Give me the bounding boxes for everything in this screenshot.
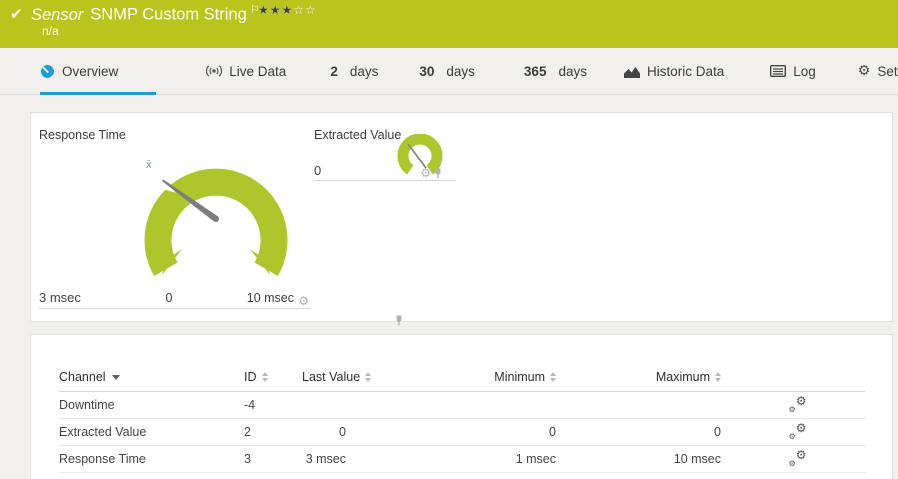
broadcast-icon	[206, 65, 223, 77]
tab-live-data[interactable]: Live Data	[206, 48, 286, 94]
channel-id: -4	[244, 391, 302, 419]
channel-minimum: 0	[374, 418, 564, 446]
channel-last-value	[302, 391, 374, 419]
sensor-header: ✔ Sensor SNMP Custom String ⚐ ★★★☆☆ n/a	[0, 0, 898, 48]
gauge-settings-gear-icon[interactable]: ⚙	[298, 295, 309, 307]
column-header-channel[interactable]: Channel	[59, 363, 244, 392]
tab-label: days	[558, 63, 587, 79]
sort-icon	[261, 372, 268, 383]
column-header-id[interactable]: ID	[244, 363, 302, 392]
tab-label: days	[446, 63, 475, 79]
tab-label: Settings	[877, 63, 898, 79]
tab-bar: Overview Live Data 2 days 30 days 365 da…	[0, 48, 898, 95]
gauge-title: Response Time	[39, 128, 126, 142]
tab-label: Live Data	[229, 63, 287, 79]
sensor-status: n/a	[42, 24, 59, 38]
column-header-maximum[interactable]: Maximum	[564, 363, 729, 392]
channel-minimum: 1 msec	[374, 445, 564, 473]
gauge-scale-max: 10 msec	[246, 291, 294, 305]
extracted-value-gauge-block: Extracted Value 0 ⚙	[314, 123, 456, 181]
column-label: Maximum	[655, 369, 710, 384]
sensor-title-line: Sensor SNMP Custom String ⚐	[31, 3, 260, 25]
priority-stars[interactable]: ★★★☆☆	[258, 3, 317, 17]
tab-365-days[interactable]: 365 days	[524, 48, 587, 94]
sensor-type-label: Sensor	[31, 5, 84, 24]
column-label: Channel	[59, 369, 106, 384]
sort-icon	[365, 372, 372, 383]
gear-icon: ⚙	[857, 63, 871, 79]
log-icon	[770, 65, 787, 77]
tab-label: Overview	[62, 63, 119, 79]
pin-icon[interactable]	[395, 315, 403, 326]
gauge-title: Extracted Value	[314, 128, 402, 142]
channel-minimum	[374, 391, 564, 419]
gauge-current-value: 3 msec	[39, 290, 81, 305]
table-row: Response Time 3 3 msec 1 msec 10 msec ⚙ ⚙	[59, 445, 866, 473]
tab-label: Historic Data	[646, 63, 725, 79]
column-header-last-value[interactable]: Last Value	[302, 363, 374, 392]
gauges-panel: Response Time x̄ 0 10 msec 3 msec ⚙ Extr…	[30, 112, 893, 326]
channel-settings-gears-icon[interactable]: ⚙ ⚙	[789, 421, 807, 441]
tab-log[interactable]: Log	[770, 48, 816, 94]
column-header-actions	[729, 363, 866, 392]
channel-settings-gears-icon[interactable]: ⚙ ⚙	[789, 448, 807, 468]
tab-overview[interactable]: Overview	[40, 48, 157, 95]
channel-maximum: 0	[564, 418, 729, 446]
sort-icon	[715, 372, 721, 383]
pin-icon[interactable]	[434, 168, 442, 179]
tab-2-days[interactable]: 2 days	[330, 48, 378, 94]
table-row: Extracted Value 2 0 0 0 ⚙ ⚙	[59, 418, 866, 446]
table-header-row: Channel ID Last Value Minimum Maximum	[59, 363, 866, 392]
channel-table-panel: Channel ID Last Value Minimum Maximum Do…	[30, 334, 893, 479]
tab-label: days	[349, 63, 379, 79]
gauge-current-value: 0	[314, 163, 322, 178]
channel-table: Channel ID Last Value Minimum Maximum Do…	[59, 363, 866, 473]
stars-empty[interactable]: ☆☆	[293, 3, 317, 17]
channel-id: 3	[244, 445, 302, 473]
channel-settings-gears-icon[interactable]: ⚙ ⚙	[789, 394, 807, 414]
stars-filled[interactable]: ★★★	[258, 3, 293, 17]
sort-icon	[550, 372, 556, 383]
tab-historic-data[interactable]: Historic Data	[623, 48, 725, 94]
gauge-icon	[41, 64, 54, 78]
channel-maximum: 10 msec	[564, 445, 729, 473]
channel-last-value: 0	[302, 418, 374, 446]
channel-name: Response Time	[59, 445, 244, 473]
channel-last-value: 3 msec	[302, 445, 374, 473]
response-time-gauge-block: Response Time x̄ 0 10 msec 3 msec ⚙	[39, 123, 403, 326]
tab-30-days[interactable]: 30 days	[419, 48, 475, 94]
sort-desc-icon	[111, 374, 120, 380]
status-check-icon: ✔	[10, 5, 23, 23]
average-marker: x̄	[146, 159, 152, 171]
channel-maximum	[564, 391, 729, 419]
gauge-settings-gear-icon[interactable]: ⚙	[420, 167, 431, 179]
tab-label: Log	[793, 63, 816, 79]
tab-settings[interactable]: ⚙ Settings	[858, 48, 898, 94]
channel-id: 2	[244, 418, 302, 446]
column-header-minimum[interactable]: Minimum	[374, 363, 564, 392]
column-label: ID	[244, 369, 257, 384]
channel-name: Downtime	[59, 391, 244, 419]
channel-name: Extracted Value	[59, 418, 244, 446]
tab-number: 30	[419, 63, 435, 79]
gauge-scale-min: 0	[165, 291, 173, 305]
area-chart-icon	[623, 66, 640, 78]
table-row: Downtime -4 ⚙ ⚙	[59, 391, 866, 419]
column-label: Minimum	[494, 369, 545, 384]
response-time-gauge: x̄	[144, 159, 288, 276]
page-title: SNMP Custom String	[90, 5, 247, 24]
column-label: Last Value	[302, 369, 361, 384]
tab-number: 365	[523, 63, 547, 79]
tab-number: 2	[330, 63, 338, 79]
